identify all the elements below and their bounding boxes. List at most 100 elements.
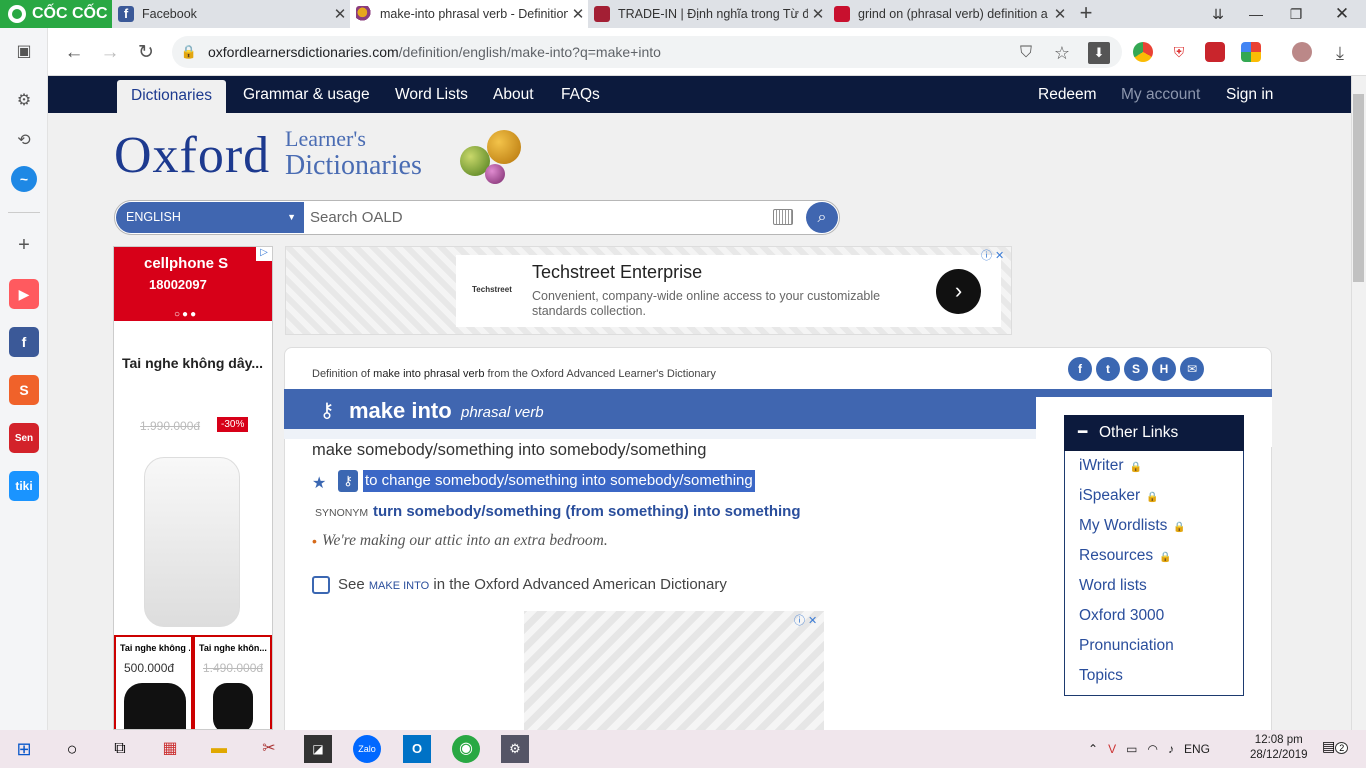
file-explorer-icon[interactable]: ▬ [205,735,233,763]
nav-grammar[interactable]: Grammar & usage [229,76,384,113]
link-ispeaker[interactable]: iSpeaker 🔒 [1079,487,1159,505]
favorite-star-icon[interactable]: ★ [312,473,328,492]
other-links-header[interactable]: ━ Other Links [1064,415,1244,451]
extension-shield-icon[interactable]: ⛨ [1169,42,1189,62]
maximize-button[interactable]: ❐ [1276,0,1316,28]
ad-carousel-dots-icon[interactable]: ○●● [174,309,198,320]
link-resources[interactable]: Resources 🔒 [1079,547,1172,565]
nav-word-lists[interactable]: Word Lists [381,76,482,113]
app-notes-icon[interactable]: ◪ [304,735,332,763]
notification-center-icon[interactable]: ▤ 2 [1322,738,1349,760]
app-snip-icon[interactable]: ✂ [255,735,283,763]
link-pronunciation[interactable]: Pronunciation [1079,637,1174,655]
messenger-icon[interactable]: ~ [11,166,37,192]
scrollbar-thumb[interactable] [1353,94,1364,282]
tray-wifi-icon[interactable]: ◠ [1147,742,1157,756]
close-window-button[interactable]: ✕ [1322,0,1362,28]
nav-faqs[interactable]: FAQs [547,76,614,113]
ad-info-close-icon[interactable]: ⓘ ✕ [981,247,1004,263]
app-settings-icon[interactable]: ⚙ [501,735,529,763]
nav-my-account[interactable]: My account [1107,76,1214,113]
nav-redeem[interactable]: Redeem [1024,76,1111,113]
link-word-lists[interactable]: Word lists [1079,577,1147,595]
share-facebook-icon[interactable]: f [1068,357,1092,381]
keyboard-icon[interactable] [773,209,793,225]
language-select[interactable]: ENGLISH ▼ [116,202,304,233]
history-icon[interactable]: ⟲ [13,130,35,152]
task-view-icon[interactable]: ⧉ [106,735,134,763]
link-iwriter[interactable]: iWriter 🔒 [1079,457,1142,475]
ad-product-1[interactable]: Tai nghe không ... 500.000đ [114,635,193,729]
search-input[interactable]: Search OALD [310,202,403,233]
left-ad[interactable]: cellphone S 18002097 ○●● ▷ Tai nghe khôn… [113,246,273,730]
tray-language[interactable]: ENG [1184,742,1210,756]
tab-grind-on[interactable]: grind on (phrasal verb) definition a ✕ [828,0,1070,28]
see-word-link[interactable]: MAKE INTO [369,580,429,592]
banner-ad-title[interactable]: Techstreet Enterprise [532,262,702,283]
nav-dictionaries[interactable]: Dictionaries [117,80,226,113]
downloads-icon[interactable]: ⤓ [1326,40,1354,66]
new-tab-button[interactable]: + [1074,2,1098,26]
tiki-icon[interactable]: tiki [9,471,39,501]
tab-make-into[interactable]: make-into phrasal verb - Definition ✕ [350,0,588,28]
nav-sign-in[interactable]: Sign in [1212,76,1287,113]
tray-battery-icon[interactable]: ▭ [1126,742,1137,756]
tray-volume-icon[interactable]: ♪ [1168,742,1174,756]
coccoc-menu-button[interactable]: CỐC CỐC [0,0,112,28]
download-video-icon[interactable]: ⬇ [1088,42,1110,64]
reload-icon[interactable]: ↻ [132,40,160,66]
back-arrow-icon[interactable]: ← [60,40,88,66]
tab-trade-in[interactable]: TRADE-IN | Định nghĩa trong Từ đi ✕ [588,0,828,28]
forward-arrow-icon[interactable]: → [96,40,124,66]
sendo-icon[interactable]: Sen [9,423,39,453]
banner-ad-arrow-icon[interactable]: › [936,269,981,314]
link-topics[interactable]: Topics [1079,667,1123,685]
ad-choices-icon[interactable]: ▷ [256,247,272,261]
sidebar-toggle-icon[interactable]: ▣ [13,41,35,63]
nav-about[interactable]: About [479,76,548,113]
tab-list-icon[interactable]: ⇊ [1198,0,1238,28]
synonym-link[interactable]: turn somebody/something (from something)… [373,503,801,520]
shield-icon[interactable]: ⛉ [1012,40,1040,66]
windows-start-icon[interactable]: ⊞ [10,735,38,763]
lock-icon[interactable]: 🔒 [180,42,198,62]
add-shortcut-icon[interactable]: + [13,234,35,256]
shopee-icon[interactable]: S [9,375,39,405]
share-email-icon[interactable]: ✉ [1180,357,1204,381]
see-also-line[interactable]: See MAKE INTO in the Oxford Advanced Ame… [338,576,727,593]
close-tab-icon[interactable]: ✕ [808,5,828,23]
tab-facebook[interactable]: f Facebook ✕ [112,0,350,28]
share-twitter-icon[interactable]: t [1096,357,1120,381]
extension-red-icon[interactable] [1205,42,1225,62]
ad-product-2[interactable]: Tai nghe khôn... 1.490.000đ [193,635,272,729]
profile-avatar[interactable] [1292,42,1312,62]
close-tab-icon[interactable]: ✕ [568,5,588,23]
zalo-icon[interactable]: Zalo [353,735,381,763]
ad-info-close-icon[interactable]: ⓘ ✕ [794,612,817,628]
extension-chrome-icon[interactable] [1133,42,1153,62]
tray-chevron-up-icon[interactable]: ⌃ [1088,742,1098,756]
extension-grid-icon[interactable] [1241,42,1261,62]
coccoc-taskbar-icon[interactable]: ◉ [452,735,480,763]
bookmark-star-icon[interactable]: ☆ [1048,40,1076,66]
link-oxford-3000[interactable]: Oxford 3000 [1079,607,1164,625]
outlook-icon[interactable]: O [403,735,431,763]
settings-gear-icon[interactable]: ⚙ [13,90,35,112]
close-tab-icon[interactable]: ✕ [1050,5,1070,23]
link-my-wordlists[interactable]: My Wordlists 🔒 [1079,517,1186,535]
facebook-shortcut-icon[interactable]: f [9,327,39,357]
youtube-icon[interactable]: ▶ [9,279,39,309]
url-text[interactable]: oxfordlearnersdictionaries.com/definitio… [208,36,661,68]
tray-vietkey-icon[interactable]: V [1108,742,1116,756]
share-stumbleupon-icon[interactable]: S [1124,357,1148,381]
clock[interactable]: 12:08 pm 28/12/2019 [1250,733,1308,763]
logo-oxford[interactable]: Oxford [114,126,270,185]
share-hi-icon[interactable]: H [1152,357,1176,381]
close-tab-icon[interactable]: ✕ [330,5,350,23]
minimize-button[interactable]: — [1236,0,1276,28]
inline-ad[interactable] [524,611,824,730]
collapse-minus-icon[interactable]: ━ [1078,415,1087,451]
logo-dictionaries[interactable]: Dictionaries [285,150,422,182]
logo-learners[interactable]: Learner's [285,128,366,150]
cortana-search-icon[interactable]: ○ [58,735,86,763]
